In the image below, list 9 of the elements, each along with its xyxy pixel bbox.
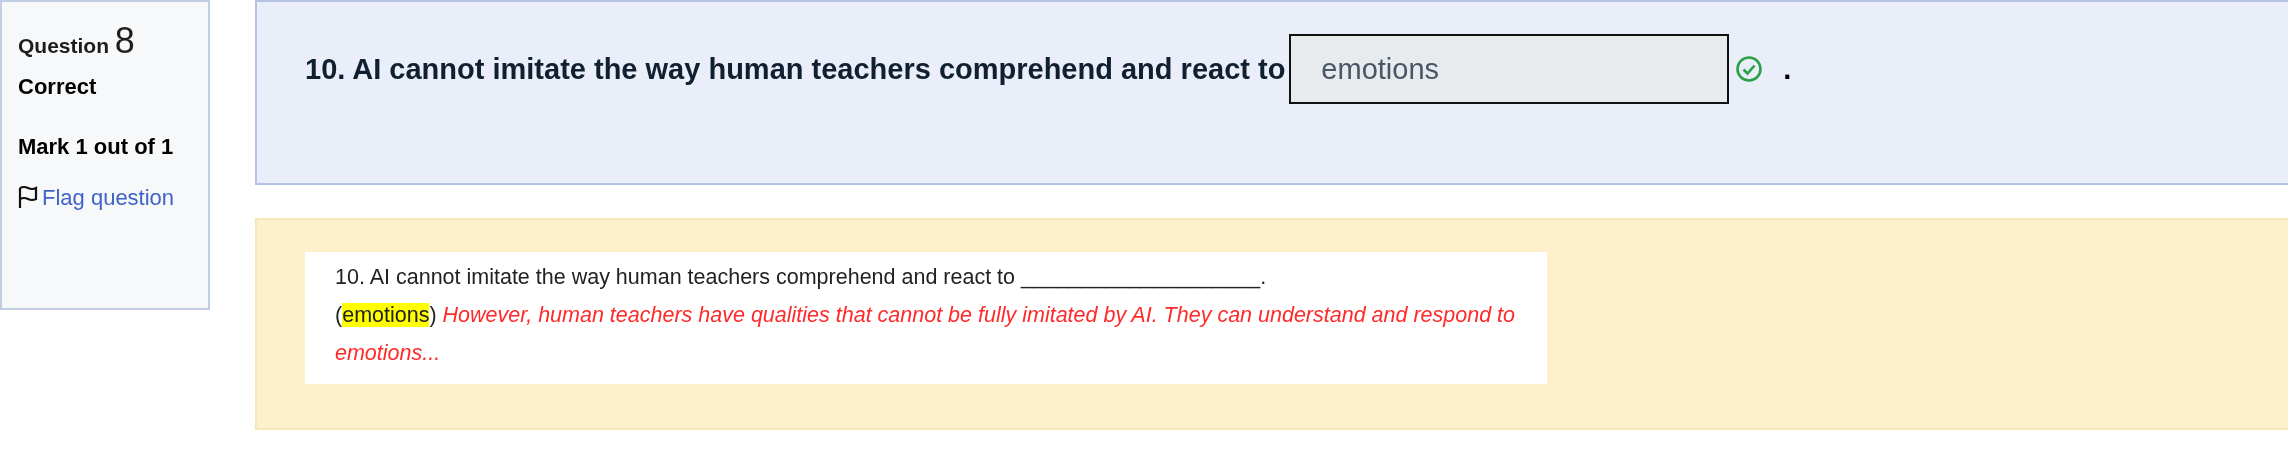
question-state: Correct [18,74,97,100]
question-mark: Mark 1 out of 1 [18,133,175,161]
document-text: 10. AI cannot imitate the way human teachers comprehend and react to ____________________. [335,264,1268,291]
flag-question-link[interactable]: Flag question [42,185,175,210]
question-number: Question 8 [18,20,135,62]
answer-field[interactable]: emotions [1289,34,1730,104]
document-answer-text: (emotions) However, human teachers have qualities that cannot be fully imitated by AI. They can understand and respond to emotions... [335,302,1517,367]
question-suffix: . [1783,52,1792,87]
question-text: 10. AI cannot imitate the way human teachers comprehend and react to [305,52,1286,87]
